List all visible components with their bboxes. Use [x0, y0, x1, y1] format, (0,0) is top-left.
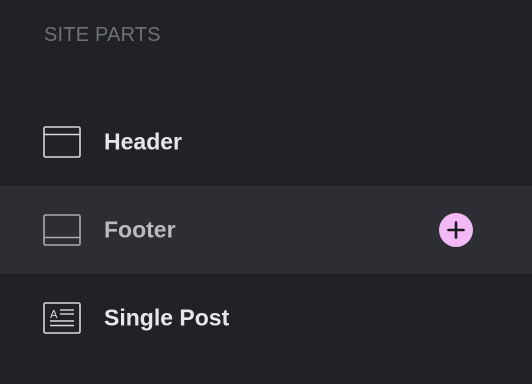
site-part-label: Footer	[104, 216, 176, 243]
plus-icon	[447, 221, 465, 239]
site-part-label: Header	[104, 128, 182, 155]
site-part-footer[interactable]: Footer	[0, 186, 532, 274]
header-layout-icon	[43, 125, 81, 159]
footer-layout-icon	[43, 213, 81, 247]
site-parts-panel: SITE PARTS Header Footer A Single Post	[0, 0, 532, 384]
site-part-label: Single Post	[104, 304, 230, 331]
add-footer-button[interactable]	[439, 213, 473, 247]
single-post-icon: A	[43, 301, 81, 335]
site-part-single-post[interactable]: A Single Post	[0, 274, 532, 362]
site-part-header[interactable]: Header	[0, 98, 532, 186]
svg-text:A: A	[50, 308, 58, 321]
section-title: SITE PARTS	[44, 24, 161, 46]
